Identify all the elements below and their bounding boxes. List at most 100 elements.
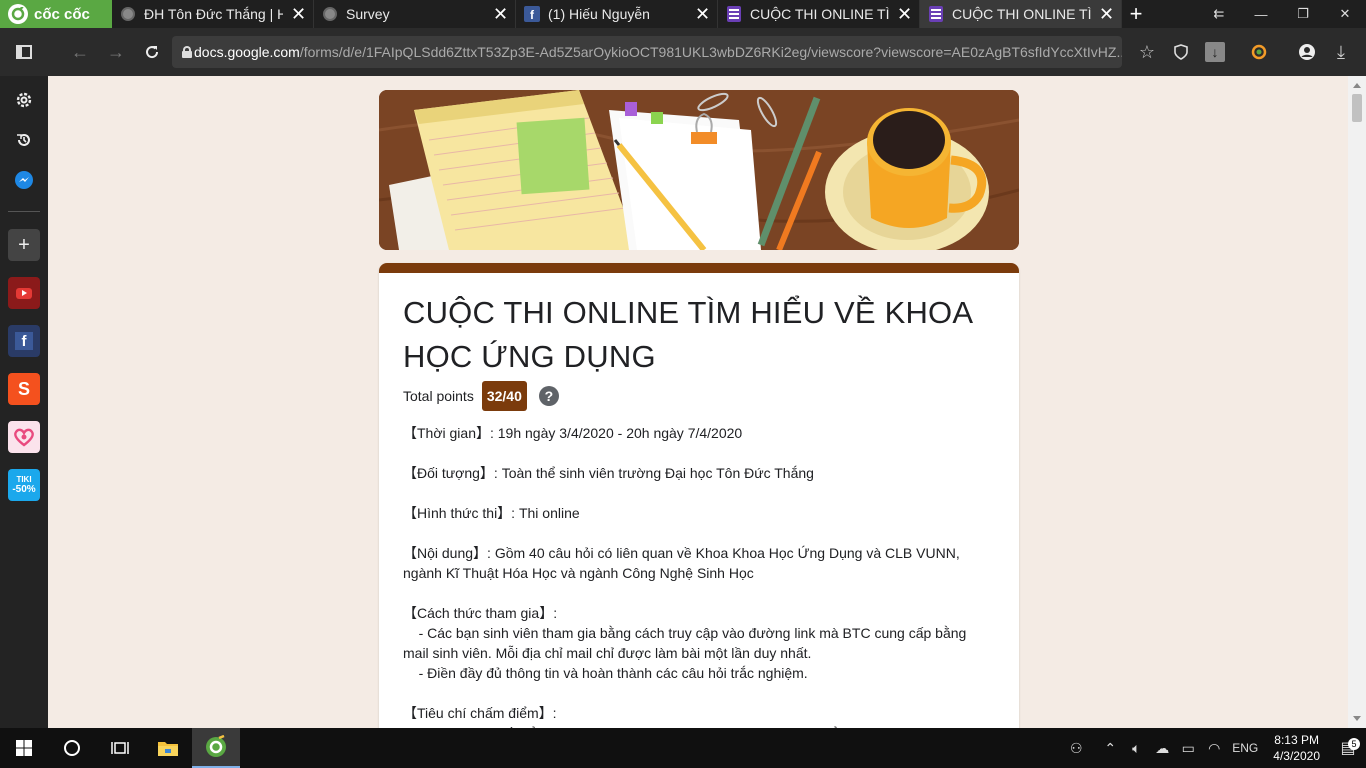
description-line	[403, 443, 995, 463]
tab-form-1[interactable]: CUỘC THI ONLINE TÌM ✕	[718, 0, 920, 28]
close-icon[interactable]: ✕	[695, 5, 710, 23]
notification-center-icon[interactable]: ▤ 5	[1330, 738, 1366, 758]
facebook-icon: f	[524, 6, 540, 22]
scroll-down-arrow[interactable]	[1353, 716, 1361, 721]
tab-survey[interactable]: Survey ✕	[314, 0, 516, 28]
tiki-icon[interactable]: TIKI -50%	[8, 469, 40, 501]
task-view-icon[interactable]	[96, 728, 144, 768]
download-savior-icon[interactable]: ↓	[1198, 34, 1232, 70]
restore-button[interactable]: ❐	[1282, 0, 1324, 28]
coccoc-logo[interactable]: cốc cốc	[0, 0, 112, 28]
close-icon[interactable]: ✕	[493, 5, 508, 23]
tab-form-2-active[interactable]: CUỘC THI ONLINE TÌM ✕	[920, 0, 1122, 28]
form-header-image	[379, 90, 1019, 250]
total-points-label: Total points	[403, 388, 474, 404]
scroll-up-arrow[interactable]	[1353, 83, 1361, 88]
description-line	[403, 483, 995, 503]
onedrive-icon[interactable]: ☁	[1149, 740, 1175, 757]
window-controls: ⇇ — ❐ ✕	[1198, 0, 1366, 28]
description-line: 【Tiêu chí chấm điểm】:	[403, 705, 557, 721]
description-line	[403, 683, 995, 703]
battery-icon[interactable]: ▭	[1175, 740, 1201, 757]
tab-tdtu[interactable]: ĐH Tôn Đức Thắng | Hệ ✕	[112, 0, 314, 28]
coccoc-logo-icon	[8, 4, 28, 24]
theme-accent-bar	[379, 263, 1019, 273]
youtube-icon[interactable]	[8, 277, 40, 309]
back-button[interactable]: ←	[62, 34, 98, 70]
heart-app-icon[interactable]	[8, 421, 40, 453]
tab-label: Survey	[346, 6, 390, 22]
people-icon[interactable]: ⚇	[1063, 740, 1089, 757]
browser-sidebar: + f S TIKI -50% !	[0, 76, 83, 728]
page-scrollbar[interactable]	[1348, 76, 1366, 728]
show-hidden-icons-icon[interactable]: ⌃	[1097, 740, 1123, 757]
close-window-button[interactable]: ✕	[1324, 0, 1366, 28]
description-line: 【Thời gian】: 19h ngày 3/4/2020 - 20h ngà…	[403, 425, 743, 441]
system-tray: ⚇ ⌃ 🔈︎ ☁ ▭ ◠ ENG 8:13 PM 4/3/2020 ▤ 5	[1063, 728, 1366, 768]
total-points-row: Total points 32/40 ?	[403, 381, 995, 411]
address-bar[interactable]: docs.google.com/forms/d/e/1FAIpQLSdd6Ztt…	[172, 36, 1122, 68]
tiki-discount: -50%	[12, 484, 36, 495]
sidebar-divider	[8, 211, 40, 212]
description-line	[403, 583, 995, 603]
shopee-icon[interactable]: S	[8, 373, 40, 405]
description-line: 【Nội dung】: Gồm 40 câu hỏi có liên quan …	[403, 545, 964, 581]
tab-label: ĐH Tôn Đức Thắng | Hệ	[144, 6, 283, 22]
minimize-button[interactable]: —	[1240, 0, 1282, 28]
form-page: CUỘC THI ONLINE TÌM HIỂU VỀ KHOA HỌC ỨNG…	[48, 76, 1348, 728]
windows-taskbar: ⚇ ⌃ 🔈︎ ☁ ▭ ◠ ENG 8:13 PM 4/3/2020 ▤ 5	[0, 728, 1366, 768]
profile-icon[interactable]	[1290, 34, 1324, 70]
description-line: - Các bạn sinh viên tham gia bằng cách t…	[403, 625, 971, 661]
close-icon[interactable]: ✕	[1099, 5, 1114, 23]
url-path: /forms/d/e/1FAIpQLSdd6ZttxT53Zp3E-Ad5Z5a…	[299, 44, 1122, 60]
wifi-icon[interactable]: ◠	[1201, 740, 1227, 757]
description-line: 【Hình thức thi】: Thi online	[403, 505, 580, 521]
tab-list-icon[interactable]: ⇇	[1198, 0, 1240, 28]
help-icon[interactable]: ?	[538, 386, 559, 406]
scroll-thumb[interactable]	[1352, 94, 1362, 122]
description-line: 【Cách thức tham gia】:	[403, 605, 558, 621]
forward-button[interactable]: →	[98, 34, 134, 70]
browser-toolbar: ← → docs.google.com/forms/d/e/1FAIpQLSdd…	[0, 28, 1366, 76]
tab-label: CUỘC THI ONLINE TÌM	[750, 6, 889, 22]
search-icon[interactable]	[48, 728, 96, 768]
close-icon[interactable]: ✕	[897, 5, 912, 23]
tab-label: (1) Hiếu Nguyễn	[548, 6, 650, 22]
messenger-icon[interactable]	[8, 164, 40, 196]
windows-start-icon[interactable]	[0, 728, 48, 768]
google-forms-icon	[928, 6, 944, 22]
description-line	[403, 523, 995, 543]
history-icon[interactable]	[8, 124, 40, 156]
shopee-letter: S	[17, 378, 30, 399]
downloads-icon[interactable]: ⤓	[1324, 34, 1358, 70]
url-host: docs.google.com	[194, 44, 300, 60]
facebook-letter: f	[15, 332, 33, 350]
form-title: CUỘC THI ONLINE TÌM HIỂU VỀ KHOA HỌC ỨNG…	[403, 295, 972, 374]
globe-icon	[120, 6, 136, 22]
coccoc-extension-icon[interactable]	[1242, 34, 1276, 70]
clock[interactable]: 8:13 PM 4/3/2020	[1263, 732, 1330, 764]
close-icon[interactable]: ✕	[291, 5, 306, 23]
facebook-icon[interactable]: f	[8, 325, 40, 357]
score-badge: 32/40	[481, 381, 527, 411]
sidebar-toggle-icon[interactable]	[6, 34, 42, 70]
globe-icon	[322, 6, 338, 22]
coccoc-taskbar-icon[interactable]	[192, 728, 240, 768]
volume-icon[interactable]: 🔈︎	[1123, 740, 1149, 757]
notification-count: 5	[1348, 738, 1360, 750]
reload-button[interactable]	[134, 34, 170, 70]
shield-icon[interactable]	[1164, 34, 1198, 70]
form-score-card: CUỘC THI ONLINE TÌM HIỂU VỀ KHOA HỌC ỨNG…	[379, 263, 1019, 728]
add-app-button[interactable]: +	[8, 229, 40, 261]
browser-tab-bar: cốc cốc ĐH Tôn Đức Thắng | Hệ ✕ Survey ✕…	[0, 0, 1366, 28]
clock-time: 8:13 PM	[1274, 733, 1319, 747]
description-line: 【Đối tượng】: Toàn thể sinh viên trường Đ…	[403, 465, 814, 481]
language-indicator[interactable]: ENG	[1227, 741, 1263, 755]
tab-label: CUỘC THI ONLINE TÌM	[952, 6, 1091, 22]
file-explorer-icon[interactable]	[144, 728, 192, 768]
bookmark-star-icon[interactable]: ☆	[1130, 34, 1164, 70]
new-tab-button[interactable]: +	[1122, 0, 1150, 28]
settings-icon[interactable]	[8, 84, 40, 116]
google-forms-icon	[726, 6, 742, 22]
tab-facebook[interactable]: f (1) Hiếu Nguyễn ✕	[516, 0, 718, 28]
